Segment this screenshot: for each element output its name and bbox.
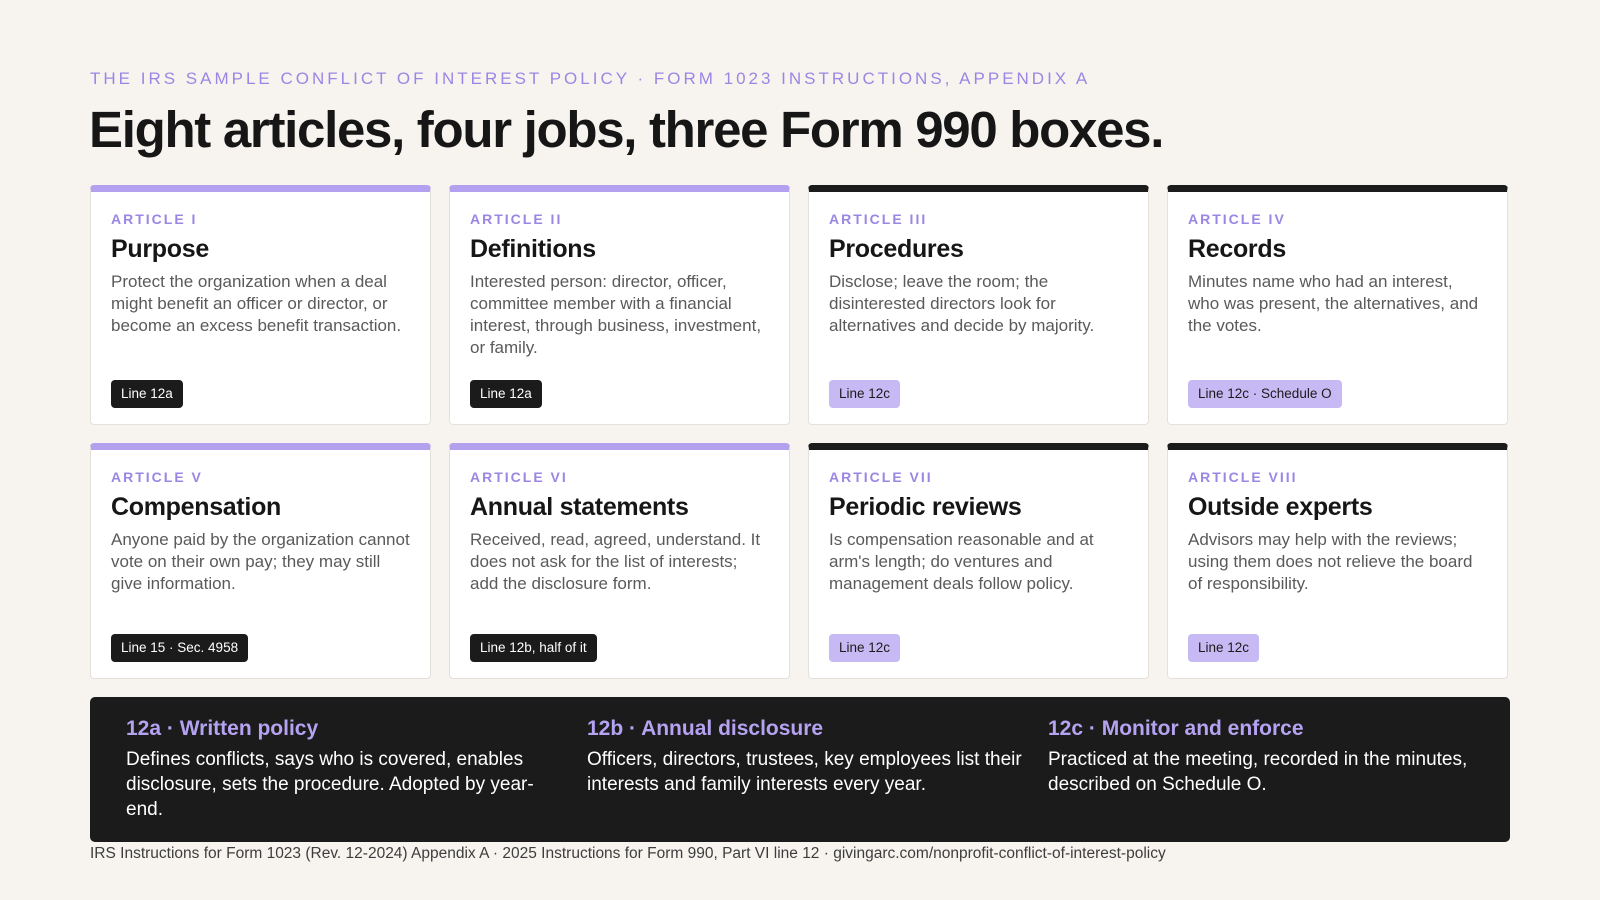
form-line-tag: Line 12a [111,380,183,408]
form-line-tag: Line 12c · Schedule O [1188,380,1342,408]
form-line-tag: Line 12a [470,380,542,408]
article-body: Interested person: director, officer, co… [470,272,762,357]
article-number: ARTICLE III [829,211,928,227]
article-title: Records [1188,235,1286,263]
summary-column-12b: 12b · Annual disclosure Officers, direct… [587,717,1027,797]
summary-title: 12a · Written policy [126,717,319,740]
article-number: ARTICLE VIII [1188,469,1298,485]
summary-body: Officers, directors, trustees, key emplo… [587,749,1022,795]
article-title: Outside experts [1188,493,1373,521]
article-number: ARTICLE V [111,469,203,485]
article-card: ARTICLE VIII Outside experts Advisors ma… [1167,443,1508,679]
form-line-tag: Line 12c [829,380,901,408]
form-line-tag: Line 12b, half of it [470,634,597,662]
article-body: Anyone paid by the organization cannot v… [111,530,410,593]
article-card: ARTICLE VII Periodic reviews Is compensa… [808,443,1149,679]
summary-body: Practiced at the meeting, recorded in th… [1048,749,1468,795]
article-card: ARTICLE IV Records Minutes name who had … [1167,185,1508,425]
article-body: Minutes name who had an interest, who wa… [1188,272,1479,335]
article-number: ARTICLE II [470,211,563,227]
eyebrow: THE IRS SAMPLE CONFLICT OF INTEREST POLI… [90,69,1091,88]
article-body: Disclose; leave the room; the disinteres… [829,272,1095,335]
article-title: Annual statements [470,493,689,521]
article-body: Is compensation reasonable and at arm's … [829,530,1094,593]
summary-title: 12c · Monitor and enforce [1048,717,1304,740]
article-title: Procedures [829,235,964,263]
article-title: Compensation [111,493,282,521]
article-number: ARTICLE I [111,211,198,227]
article-number: ARTICLE VII [829,469,933,485]
page: THE IRS SAMPLE CONFLICT OF INTEREST POLI… [0,0,1600,900]
article-body: Protect the organization when a deal mig… [111,272,402,335]
form-line-tag: Line 12c [829,634,901,662]
article-body: Received, read, agreed, understand. It d… [470,530,761,593]
article-title: Purpose [111,235,209,263]
article-number: ARTICLE VI [470,469,568,485]
summary-column-12a: 12a · Written policy Defines conflicts, … [126,717,566,822]
article-grid: ARTICLE I Purpose Protect the organizati… [90,185,1510,679]
article-body: Advisors may help with the reviews; usin… [1188,530,1473,593]
article-title: Periodic reviews [829,493,1022,521]
summary-column-12c: 12c · Monitor and enforce Practiced at t… [1048,717,1488,797]
headline: Eight articles, four jobs, three Form 99… [89,101,1164,158]
form-line-tag: Line 12c [1188,634,1260,662]
source-footer: IRS Instructions for Form 1023 (Rev. 12-… [90,845,1166,862]
summary-title: 12b · Annual disclosure [587,717,824,740]
summary-body: Defines conflicts, says who is covered, … [126,749,534,820]
article-title: Definitions [470,235,596,263]
article-number: ARTICLE IV [1188,211,1286,227]
form-990-summary-panel: 12a · Written policy Defines conflicts, … [90,697,1510,842]
article-card: ARTICLE VI Annual statements Received, r… [449,443,790,679]
article-card: ARTICLE V Compensation Anyone paid by th… [90,443,431,679]
article-card: ARTICLE I Purpose Protect the organizati… [90,185,431,425]
form-line-tag: Line 15 · Sec. 4958 [111,634,249,662]
article-card: ARTICLE III Procedures Disclose; leave t… [808,185,1149,425]
article-card: ARTICLE II Definitions Interested person… [449,185,790,425]
